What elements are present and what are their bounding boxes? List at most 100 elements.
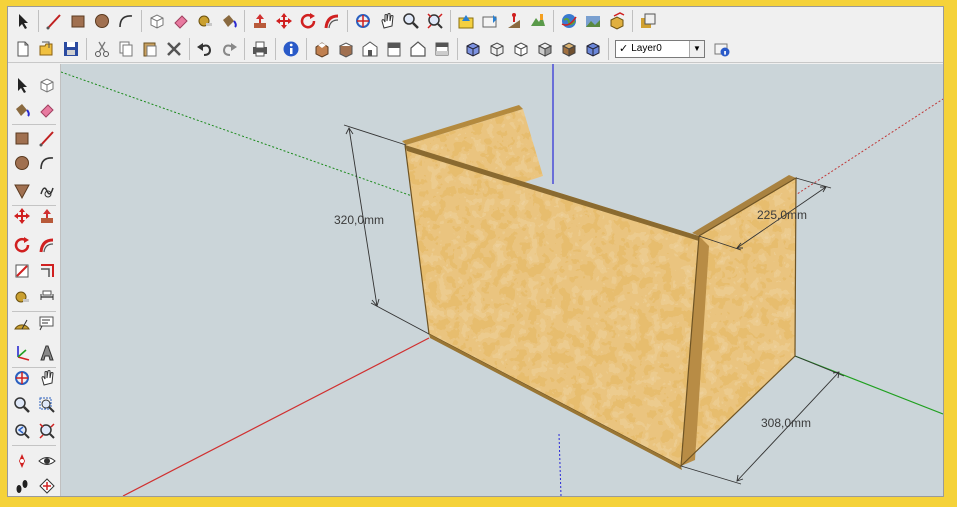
drawing-viewport[interactable]: 320,0mm 225,0mm 308,0mm [61,64,943,496]
arc-button[interactable] [115,10,137,32]
front-board[interactable] [404,144,699,470]
section-plane-button[interactable] [36,475,58,496]
copy-button[interactable] [115,38,137,60]
delete-button[interactable] [163,38,185,60]
axis-green-back [61,71,430,203]
tape-measure-button[interactable] [11,286,33,308]
chevron-down-icon[interactable]: ▼ [689,40,704,57]
monochrome-button[interactable] [582,38,604,60]
push-pull-button[interactable] [36,205,58,227]
dimension-label-depth-bottom: 308,0mm [761,416,812,430]
hidden-line-button[interactable] [510,38,532,60]
polygon-icon [13,182,31,200]
get-models-button[interactable] [455,10,477,32]
get-photo-texture-button[interactable] [582,10,604,32]
toolbar-row-1 [8,7,943,35]
styles-button[interactable] [637,10,659,32]
polygon-button[interactable] [11,180,33,202]
zoom-extents-button[interactable] [424,10,446,32]
rotate-button[interactable] [11,234,33,256]
sketchup-window: ✓ Layer0 ▼ 320,0mm 225,0mm 308,0mm [7,6,944,497]
move-button[interactable] [11,205,33,227]
zoom-icon [402,12,420,30]
push-pull-button[interactable] [249,10,271,32]
line-button[interactable] [36,127,58,149]
rotate-button[interactable] [297,10,319,32]
freehand-button[interactable] [36,180,58,202]
arc-button[interactable] [36,152,58,174]
styles-icon [639,12,657,30]
eraser-button[interactable] [36,99,58,121]
make-component-button[interactable] [146,10,168,32]
cut-button[interactable] [91,38,113,60]
left-view-button[interactable] [431,38,453,60]
scale-button[interactable] [11,260,33,282]
tape-measure-button[interactable] [194,10,216,32]
zoom-button[interactable] [11,394,33,416]
components-icon [608,12,626,30]
front-view-button[interactable] [359,38,381,60]
rectangle-button[interactable] [67,10,89,32]
follow-me-button[interactable] [36,234,58,256]
redo-button[interactable] [218,38,240,60]
circle-button[interactable] [11,152,33,174]
circle-icon [93,12,111,30]
orbit-button[interactable] [352,10,374,32]
make-component-button[interactable] [36,74,58,96]
zoom-extents-button[interactable] [36,420,58,442]
add-location-button[interactable] [503,10,525,32]
previous-view-button[interactable] [11,420,33,442]
orbit-button[interactable] [11,367,33,389]
back-view-button[interactable] [407,38,429,60]
share-model-button[interactable] [479,10,501,32]
wireframe-button[interactable] [486,38,508,60]
save-button[interactable] [60,38,82,60]
rectangle-button[interactable] [11,127,33,149]
3d-text-button[interactable] [36,342,58,364]
shaded-texture-button[interactable] [558,38,580,60]
layer-name: Layer0 [631,43,662,54]
layer-dropdown[interactable]: ✓ Layer0 ▼ [615,39,705,58]
walk-button[interactable] [11,475,33,496]
iso-view-button[interactable] [311,38,333,60]
follow-me-button[interactable] [321,10,343,32]
move-button[interactable] [273,10,295,32]
offset-button[interactable] [36,260,58,282]
paint-bucket-button[interactable] [11,99,33,121]
toolbar-separator [457,37,458,60]
preview-google-earth-icon [560,12,578,30]
paste-button[interactable] [139,38,161,60]
zoom-window-button[interactable] [36,394,58,416]
text-button[interactable] [36,312,58,334]
components-button[interactable] [606,10,628,32]
print-button[interactable] [249,38,271,60]
preview-google-earth-button[interactable] [558,10,580,32]
layer-manager-icon [713,40,731,58]
circle-button[interactable] [91,10,113,32]
axes-button[interactable] [11,342,33,364]
undo-button[interactable] [194,38,216,60]
position-camera-button[interactable] [11,450,33,472]
new-button[interactable] [12,38,34,60]
layer-manager-button[interactable] [711,38,733,60]
model-info-button[interactable] [280,38,302,60]
top-view-button[interactable] [335,38,357,60]
left-toolbar-row [11,475,61,496]
right-view-button[interactable] [383,38,405,60]
pan-button[interactable] [36,367,58,389]
open-button[interactable] [36,38,58,60]
eraser-button[interactable] [170,10,192,32]
select-button[interactable] [12,10,34,32]
shaded-button[interactable] [534,38,556,60]
xray-button[interactable] [462,38,484,60]
look-around-button[interactable] [36,450,58,472]
zoom-button[interactable] [400,10,422,32]
paint-bucket-button[interactable] [218,10,240,32]
line-button[interactable] [43,10,65,32]
pan-button[interactable] [376,10,398,32]
toolbar-separator [141,10,142,32]
select-button[interactable] [11,74,33,96]
toggle-terrain-button[interactable] [527,10,549,32]
protractor-button[interactable] [11,312,33,334]
dimension-button[interactable] [36,286,58,308]
